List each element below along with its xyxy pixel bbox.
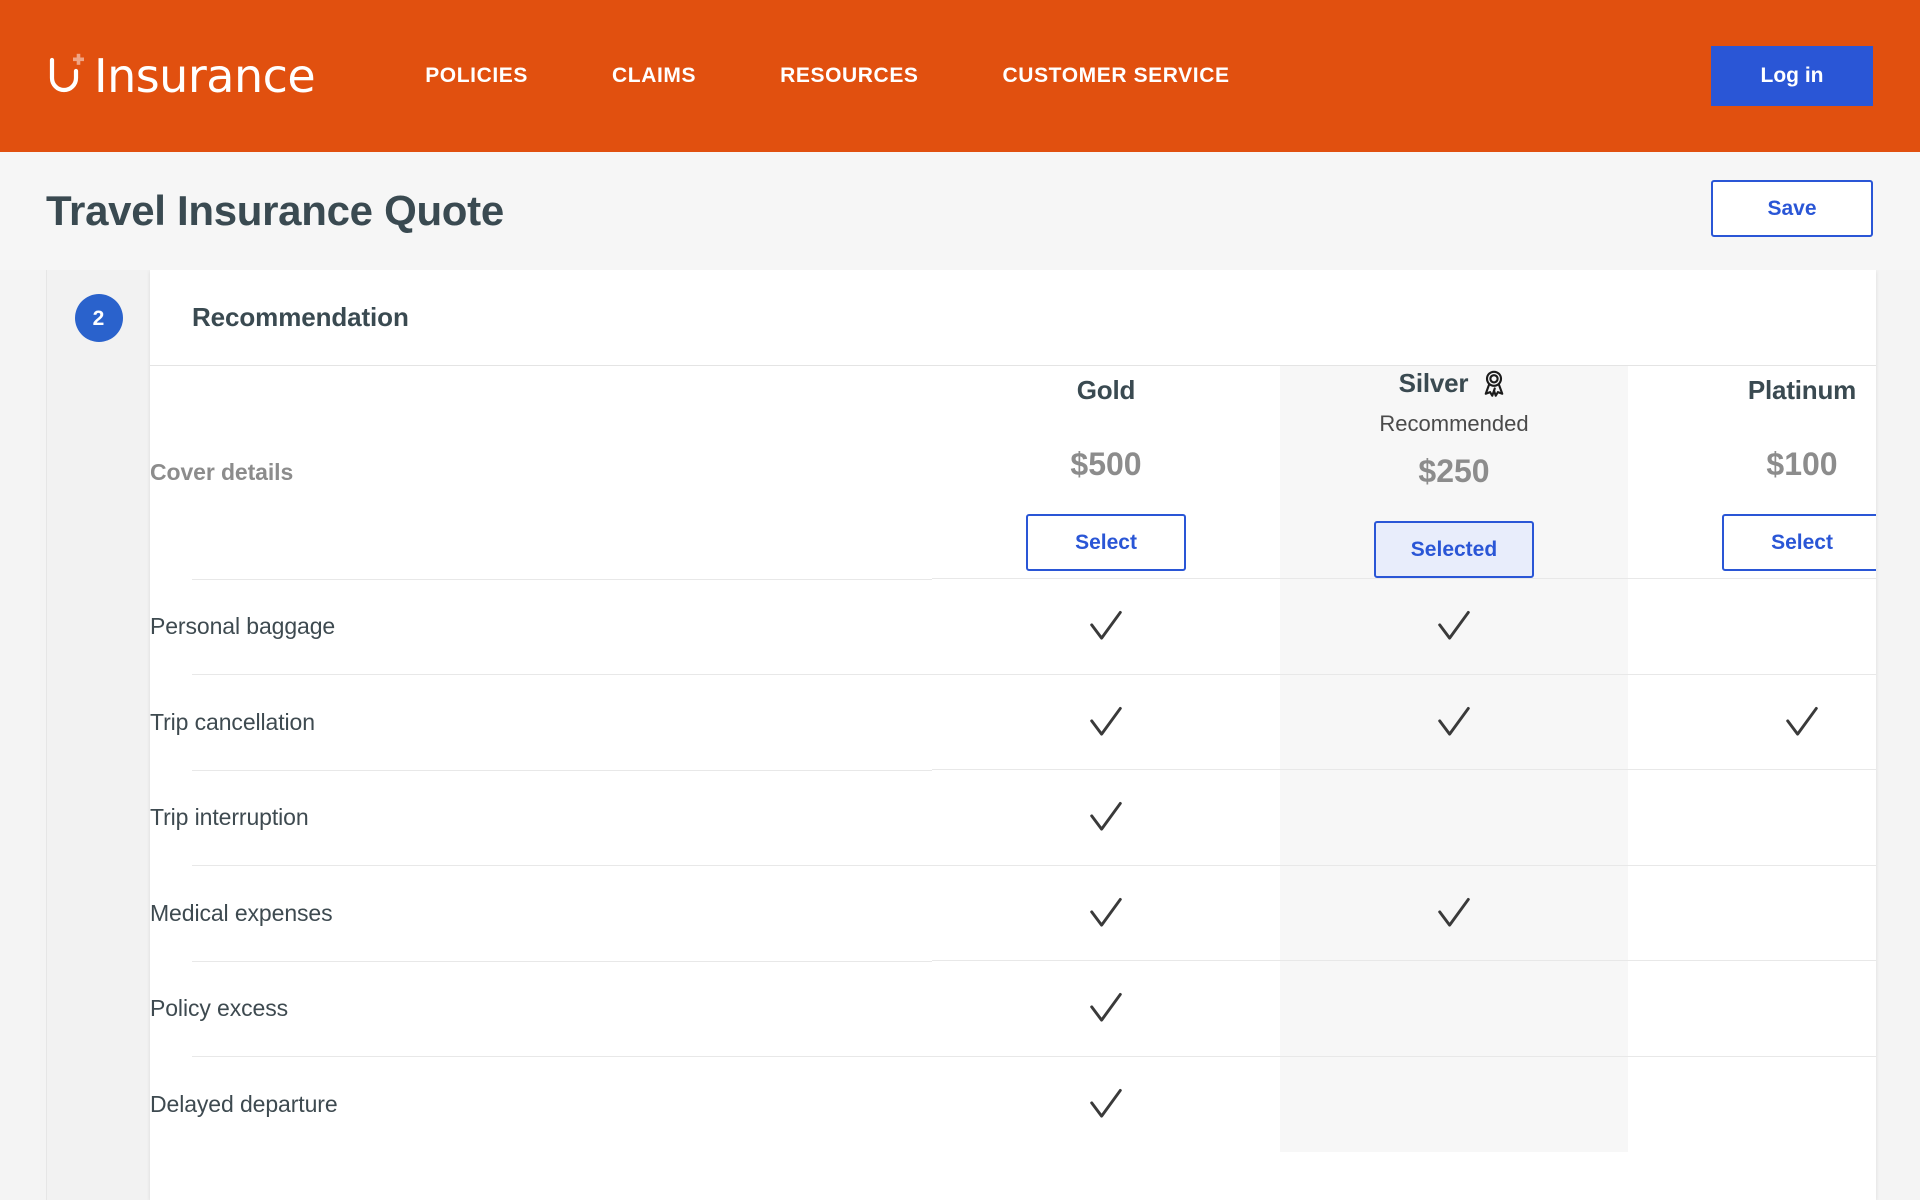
feature-row: Policy excess — [150, 961, 1876, 1056]
feature-cell-platinum — [1628, 770, 1876, 865]
feature-cell-gold — [932, 579, 1280, 674]
plan-silver-subtitle: Recommended — [1379, 411, 1529, 436]
feature-cell-silver — [1280, 674, 1628, 770]
feature-cell-platinum — [1628, 675, 1876, 770]
nav-item-policies[interactable]: POLICIES — [425, 54, 528, 98]
checkmark-icon — [1084, 1088, 1128, 1118]
step-rail: 2 — [46, 270, 150, 1200]
card-header: Recommendation — [150, 270, 1876, 366]
feature-cell-gold — [932, 961, 1280, 1056]
plan-silver-name: Silver — [1398, 368, 1469, 398]
plan-platinum-name-row: Platinum — [1628, 373, 1876, 407]
plan-gold-price: $500 — [1070, 446, 1142, 482]
card-title: Recommendation — [192, 302, 409, 332]
feature-row: Trip interruption — [150, 770, 1876, 865]
plan-gold-name-row: Gold — [932, 373, 1280, 407]
feature-label: Policy excess — [150, 995, 289, 1021]
nav-item-resources[interactable]: RESOURCES — [780, 54, 918, 98]
plan-comparison-table: Cover details Gold $500 Select Silver Re… — [150, 366, 1876, 1152]
feature-label: Trip cancellation — [150, 708, 315, 735]
plan-column-gold: Gold $500 Select — [932, 366, 1280, 579]
feature-label: Personal baggage — [150, 613, 336, 639]
checkmark-icon — [1084, 802, 1128, 831]
plan-gold-name: Gold — [1076, 375, 1136, 405]
feature-cell-platinum — [1628, 1057, 1876, 1152]
feature-cell-silver — [1280, 961, 1628, 1056]
feature-cell-platinum — [1628, 579, 1876, 674]
plan-platinum-price: $100 — [1766, 446, 1838, 482]
row-divider-segment — [150, 865, 932, 866]
checkmark-icon — [1084, 897, 1128, 927]
page-title: Travel Insurance Quote — [46, 187, 504, 234]
row-divider-segment — [150, 769, 932, 770]
feature-row: Delayed departure — [150, 1056, 1876, 1152]
feature-cell-gold — [932, 675, 1280, 770]
recommendation-card: Recommendation Cover details Gold $500 S… — [150, 270, 1876, 1200]
feature-cell-silver — [1280, 579, 1628, 674]
u-plus-logo-icon — [46, 52, 92, 100]
feature-label: Medical expenses — [150, 899, 333, 926]
feature-cell-gold — [932, 866, 1280, 961]
main-nav: POLICIES CLAIMS RESOURCES CUSTOMER SERVI… — [425, 54, 1229, 98]
feature-cell-gold — [932, 770, 1280, 865]
feature-cell-silver — [1280, 865, 1628, 961]
feature-row: Medical expenses — [150, 865, 1876, 961]
step-section: 2 Recommendation Cover details Gold $500… — [46, 270, 1876, 1200]
save-button[interactable]: Save — [1711, 180, 1873, 237]
nav-item-claims[interactable]: CLAIMS — [612, 54, 696, 98]
checkmark-icon — [1084, 706, 1128, 736]
step-number-badge: 2 — [74, 294, 123, 342]
row-divider-segment — [150, 674, 932, 675]
plan-silver-name-row: Silver — [1280, 366, 1628, 400]
plan-silver-price: $250 — [1418, 453, 1490, 489]
plan-column-platinum: Platinum $100 Select — [1628, 366, 1876, 579]
cover-details-label: Cover details — [150, 458, 294, 485]
plan-silver-selected-button[interactable]: Selected — [1374, 521, 1534, 578]
page-header: Travel Insurance Quote Save — [0, 152, 1920, 270]
nav-item-customer-service[interactable]: CUSTOMER SERVICE — [1003, 54, 1230, 98]
brand-logo[interactable]: Insurance — [46, 49, 316, 103]
top-navigation-bar: Insurance POLICIES CLAIMS RESOURCES CUST… — [0, 0, 1920, 152]
feature-cell-platinum — [1628, 866, 1876, 961]
row-divider-segment — [150, 1056, 932, 1057]
plan-platinum-select-button[interactable]: Select — [1722, 514, 1876, 571]
checkmark-icon — [1432, 706, 1476, 736]
checkmark-icon — [1432, 897, 1476, 927]
cover-details-cell: Cover details — [150, 366, 932, 579]
rosette-award-icon — [1479, 368, 1509, 398]
brand-name: Insurance — [94, 49, 316, 103]
plan-gold-select-button[interactable]: Select — [1026, 514, 1186, 571]
checkmark-icon — [1432, 611, 1476, 640]
feature-cell-platinum — [1628, 961, 1876, 1056]
plan-column-silver: Silver Recommended $250 Selected — [1280, 366, 1628, 579]
feature-cell-silver — [1280, 770, 1628, 865]
row-divider-segment — [150, 960, 932, 961]
feature-label: Delayed departure — [150, 1090, 338, 1117]
feature-row: Personal baggage — [150, 579, 1876, 674]
plan-header-row: Cover details Gold $500 Select Silver Re… — [150, 366, 1876, 579]
feature-cell-silver — [1280, 1056, 1628, 1152]
feature-row: Trip cancellation — [150, 674, 1876, 770]
feature-label: Trip interruption — [150, 804, 309, 830]
plan-platinum-name: Platinum — [1747, 375, 1857, 405]
feature-cell-gold — [932, 1057, 1280, 1152]
checkmark-icon — [1084, 993, 1128, 1022]
row-divider-segment — [150, 578, 932, 579]
checkmark-icon — [1780, 706, 1824, 736]
login-button[interactable]: Log in — [1711, 46, 1873, 106]
checkmark-icon — [1084, 611, 1128, 640]
